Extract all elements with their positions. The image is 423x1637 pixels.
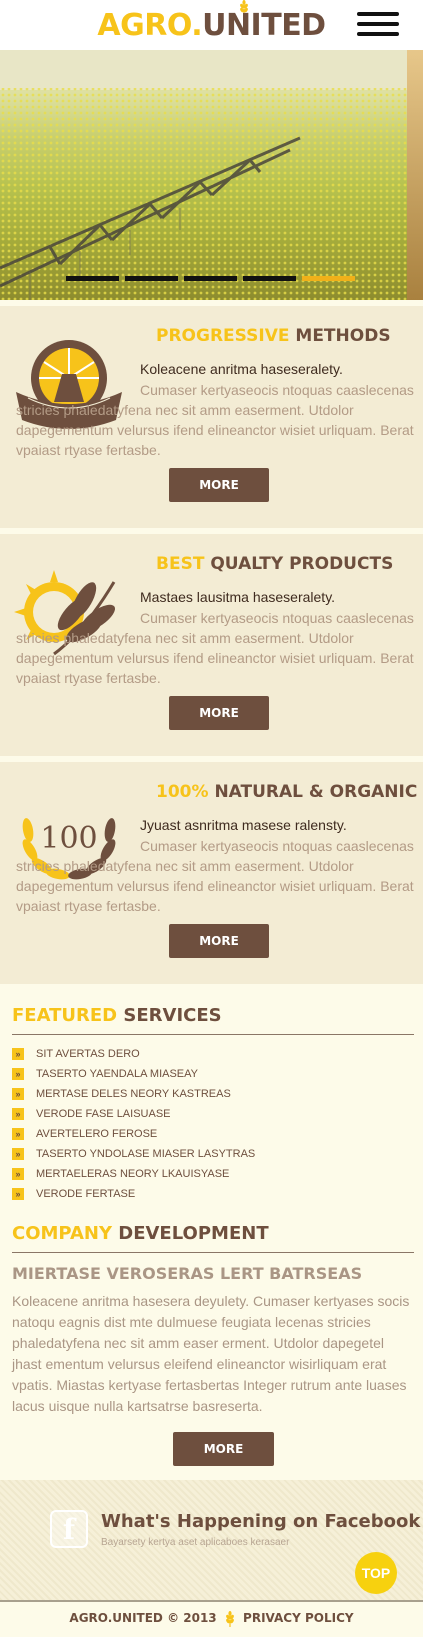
feature-lead: Jyuast asnritma masese ralensty. xyxy=(140,817,347,833)
site-header: AGRO.UNITED xyxy=(0,0,423,50)
footer-brand: AGRO.UNITED xyxy=(69,1611,163,1625)
page: AGRO.UNITED PROGRESSIVE METHODS Koleacen… xyxy=(0,0,423,1637)
section-divider xyxy=(12,1034,414,1035)
scroll-to-top-button[interactable]: TOP xyxy=(355,1552,397,1594)
facebook-icon[interactable]: f xyxy=(50,1510,88,1548)
company-development-title: COMPANY DEVELOPMENT xyxy=(12,1223,269,1244)
service-item[interactable]: » AVERTELERO FEROSE xyxy=(12,1127,412,1147)
development-body: Koleacene anritma hasesera deyulety. Cum… xyxy=(12,1293,410,1414)
chevron-right-icon: » xyxy=(12,1148,24,1160)
next-slide-peek xyxy=(407,50,423,300)
facebook-title[interactable]: What's Happening on Facebook xyxy=(101,1511,420,1532)
service-item[interactable]: » MERTASE DELES NEORY KASTREAS xyxy=(12,1087,412,1107)
site-footer: AGRO.UNITED © 2013 PRIVACY POLICY xyxy=(0,1602,423,1637)
service-item[interactable]: » TASERTO YAENDALA MIASEAY xyxy=(12,1067,412,1087)
chevron-right-icon: » xyxy=(12,1188,24,1200)
feature-lead: Mastaes lausitma haseseralety. xyxy=(140,589,336,605)
chevron-right-icon: » xyxy=(12,1088,24,1100)
feature-card-best-quality: BEST QUALTY PRODUCTS Mastaes lausitma ha… xyxy=(0,534,423,756)
chevron-right-icon: » xyxy=(12,1068,24,1080)
feature-title: PROGRESSIVE METHODS xyxy=(156,326,391,346)
slider-dot-2[interactable] xyxy=(125,276,178,281)
feature-card-progressive-methods: PROGRESSIVE METHODS Koleacene anritma ha… xyxy=(0,306,423,528)
more-button[interactable]: MORE xyxy=(173,1432,274,1466)
feature-title: 100% NATURAL & ORGANIC xyxy=(156,782,418,802)
facebook-subtitle: Bayarsety kertya aset aplicaboes kerasae… xyxy=(101,1537,290,1548)
wheat-icon xyxy=(226,1610,234,1627)
development-subtitle: MIERTASE VEROSERAS LERT BATRSEAS xyxy=(12,1264,363,1283)
service-item[interactable]: » VERODE FERTASE xyxy=(12,1187,412,1207)
footer-copyright: © 2013 xyxy=(167,1611,217,1625)
privacy-policy-link[interactable]: PRIVACY POLICY xyxy=(243,1611,354,1625)
slider-dot-3[interactable] xyxy=(184,276,237,281)
logo-united: UNITED xyxy=(202,8,326,43)
more-button[interactable]: MORE xyxy=(169,696,269,730)
feature-card-natural-organic: 100 100% NATURAL & ORGANIC Jyuast asnrit… xyxy=(0,762,423,984)
hero-field-illustration xyxy=(0,50,423,300)
feature-lead: Koleacene anritma haseseralety. xyxy=(140,361,343,377)
feature-body: Cumaser kertyaseocis ntoquas caaslecenas… xyxy=(16,382,414,458)
more-button[interactable]: MORE xyxy=(169,468,269,502)
feature-body: Cumaser kertyaseocis ntoquas caaslecenas… xyxy=(16,838,414,914)
slider-dot-4[interactable] xyxy=(243,276,296,281)
logo-agro: AGRO. xyxy=(97,8,203,43)
feature-title: BEST QUALTY PRODUCTS xyxy=(156,554,394,574)
slider-dot-1[interactable] xyxy=(66,276,119,281)
featured-services-title: FEATURED SERVICES xyxy=(12,1005,222,1026)
services-list: » SIT AVERTAS DERO » TASERTO YAENDALA MIAS… xyxy=(12,1047,412,1207)
service-item[interactable]: » SIT AVERTAS DERO xyxy=(12,1047,412,1067)
chevron-right-icon: » xyxy=(12,1168,24,1180)
chevron-right-icon: » xyxy=(12,1128,24,1140)
service-item[interactable]: » VERODE FASE LAISUASE xyxy=(12,1107,412,1127)
hero-slider-image xyxy=(0,50,423,300)
chevron-right-icon: » xyxy=(12,1048,24,1060)
feature-body: Cumaser kertyaseocis ntoquas caaslecenas… xyxy=(16,610,414,686)
service-item[interactable]: » MERTAELERAS NEORY LKAUISYASE xyxy=(12,1167,412,1187)
section-divider xyxy=(12,1252,414,1253)
chevron-right-icon: » xyxy=(12,1108,24,1120)
service-item[interactable]: » TASERTO YNDOLASE MIASER LASYTRAS xyxy=(12,1147,412,1167)
slider-dot-5[interactable] xyxy=(302,276,355,281)
hamburger-menu-icon[interactable] xyxy=(357,12,399,36)
more-button[interactable]: MORE xyxy=(169,924,269,958)
